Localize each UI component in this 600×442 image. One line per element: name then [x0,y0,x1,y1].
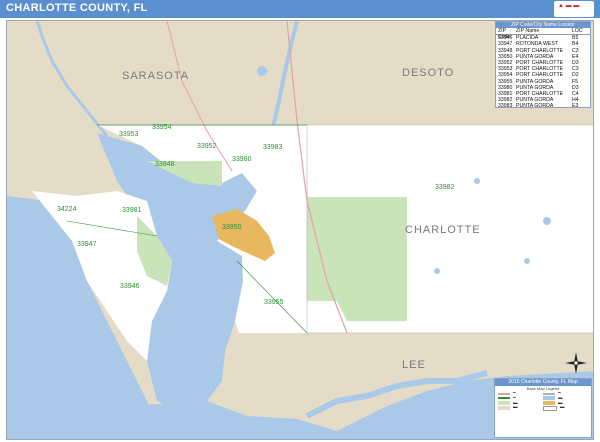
zip-table-body: 33946 PLACIDA B5 33947 ROTONDA WEST B4 33948 PO… [496,35,590,108]
zip-label: 33955 [264,299,284,306]
zip-label: 33981 [122,207,142,214]
legend-title: 2016 Charlotte County, FL Map [495,379,591,386]
map-page: CHARLOTTE COUNTY, FL ▲ ▬ ▬ SARASOTA DESO… [0,0,600,442]
legend-row: ▬ ▬ [495,405,591,411]
zip-table-header: ZIP Code ZIP Name LOC [496,28,590,40]
region-label-sarasota: SARASOTA [122,70,189,82]
zip-label: 33953 [119,131,139,138]
zip-locator-table: ZIP Code/City Name Locator ZIP Code ZIP … [495,21,591,108]
zip-label: 33946 [120,283,140,290]
publisher-logo-icon: ▲ ▬ ▬ [554,1,594,17]
zip-label: 33980 [232,156,252,163]
zip-label: 34224 [57,206,77,213]
zip-label: 33950 [222,224,242,231]
zip-table-row: 33983 PUNTA GORDA E3 [498,103,579,108]
map-title: CHARLOTTE COUNTY, FL [6,2,148,14]
zip-label: 33982 [435,184,455,191]
zip-label: 33952 [197,143,217,150]
map-legend: 2016 Charlotte County, FL Map Base Map L… [494,378,592,438]
region-label-lee: LEE [402,359,426,371]
region-label-desoto: DESOTO [402,67,454,79]
region-label-charlotte: CHARLOTTE [405,224,481,236]
zip-label: 33983 [263,144,283,151]
title-bar: CHARLOTTE COUNTY, FL ▲ ▬ ▬ [0,0,600,18]
zip-label: 33947 [77,241,97,248]
zip-label: 33954 [152,124,172,131]
north-arrow-icon [565,352,587,374]
zip-label: 33948 [155,161,175,168]
